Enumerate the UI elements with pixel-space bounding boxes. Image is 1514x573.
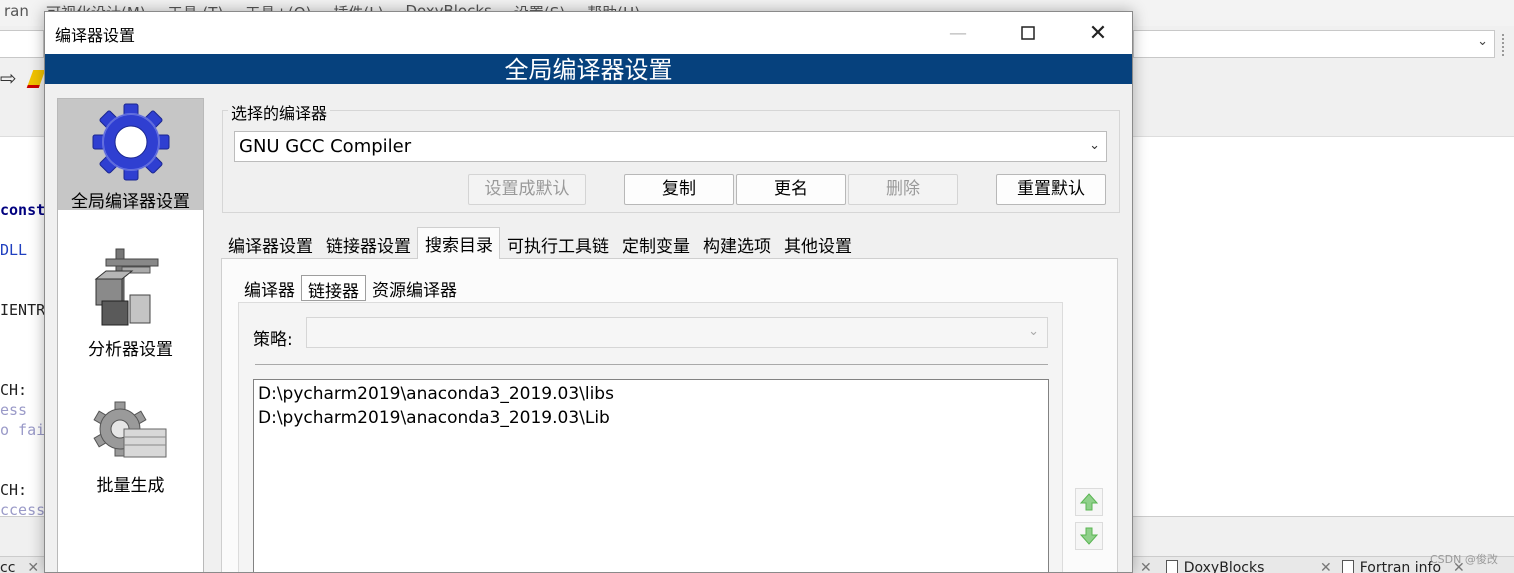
policy-dropdown[interactable]: ⌄ [306,317,1048,348]
minimize-icon: — [949,22,967,44]
compiler-settings-dialog: 编译器设置 — ✕ 全局编译器设置 全局编译器设置 分析器设置 批量生成 选择的… [44,11,1133,573]
ide-left-combo[interactable] [0,30,44,58]
move-down-button[interactable] [1075,522,1103,550]
close-button[interactable]: ✕ [1063,12,1132,54]
category-label: 全局编译器设置 [71,192,190,212]
code-fragment: DLL [0,241,28,259]
tab-linker-settings[interactable]: 链接器设置 [319,229,417,259]
rename-button[interactable]: 更名 [736,174,846,205]
category-global-compiler[interactable]: 全局编译器设置 [58,99,203,212]
ide-app-name-fragment: ran [4,2,29,20]
green-up-arrow-icon [1080,493,1098,511]
compiler-dropdown[interactable]: GNU GCC Compiler ⌄ [234,131,1107,162]
move-up-button[interactable] [1075,488,1103,516]
ide-log-tab-label: cc [0,560,16,573]
tab-custom-variables[interactable]: 定制变量 [615,229,696,259]
tab-toolchain-executables[interactable]: 可执行工具链 [500,229,615,259]
dialog-banner: 全局编译器设置 [45,54,1132,84]
selected-compiler-label: 选择的编译器 [228,100,331,124]
category-label: 分析器设置 [88,340,173,360]
category-profiler[interactable]: 分析器设置 [58,245,203,360]
directory-list[interactable]: D:\pycharm2019\anaconda3_2019.03\libs D:… [253,379,1049,572]
close-icon[interactable]: ✕ [1140,560,1152,573]
chevron-down-icon: ⌄ [1089,138,1100,153]
code-fragment: ess [0,401,28,419]
watermark: CSDN @俊改 [1430,553,1498,566]
tab-compiler-settings[interactable]: 编译器设置 [221,229,319,259]
minimize-button[interactable]: — [923,12,993,54]
close-icon: ✕ [1088,20,1108,46]
code-fragment: CH: [0,481,28,499]
tab-build-options[interactable]: 构建选项 [696,229,777,259]
arrow-right-icon[interactable]: ⇨ [0,66,17,90]
reset-default-button[interactable]: 重置默认 [996,174,1106,205]
ide-log-tab[interactable]: ✕ DoxyBlocks [1140,560,1264,573]
subtab-linker[interactable]: 链接器 [301,275,366,302]
copy-button[interactable]: 复制 [624,174,734,205]
close-icon[interactable]: ✕ [1320,560,1332,573]
ide-log-tab[interactable]: cc ✕ [0,560,39,573]
list-item[interactable]: D:\pycharm2019\anaconda3_2019.03\Lib [258,406,1044,430]
set-default-button[interactable]: 设置成默认 [468,174,586,205]
code-fragment: CH: [0,381,28,399]
ide-symbol-combo[interactable]: ⌄ [1133,30,1495,58]
doxyblocks-icon [1165,560,1178,573]
category-label: 批量生成 [96,476,165,496]
settings-tab-strip: 编译器设置 链接器设置 搜索目录 可执行工具链 定制变量 构建选项 其他设置 [221,227,858,259]
dialog-title: 编译器设置 [55,26,136,45]
file-icon [1341,560,1354,573]
tab-search-directories[interactable]: 搜索目录 [417,227,500,259]
maximize-button[interactable] [993,12,1063,54]
divider [255,364,1048,365]
category-batch-build[interactable]: 批量生成 [58,399,203,499]
tab-other-settings[interactable]: 其他设置 [777,229,858,259]
maximize-icon [1021,26,1035,40]
chevron-down-icon: ⌄ [1028,324,1039,339]
caliper-cubes-icon [94,248,158,326]
toolbar-grip-icon[interactable] [1502,34,1506,56]
gear-cubes-icon [92,401,166,458]
subtab-compiler[interactable]: 编译器 [238,275,301,301]
code-fragment: o fai [0,421,46,439]
search-dirs-subtab-strip: 编译器 链接器 资源编译器 [238,275,463,302]
settings-category-list: 全局编译器设置 分析器设置 批量生成 [57,98,204,572]
policy-label: 策略: [253,330,293,350]
subtab-resource-compiler[interactable]: 资源编译器 [366,275,463,301]
dialog-titlebar[interactable]: 编译器设置 — ✕ [45,12,1132,54]
chevron-down-icon: ⌄ [1477,34,1488,49]
close-icon[interactable]: ✕ [27,560,39,573]
delete-button[interactable]: 删除 [848,174,958,205]
ide-log-tab-label: DoxyBlocks [1183,560,1265,573]
list-item[interactable]: D:\pycharm2019\anaconda3_2019.03\libs [258,382,1044,406]
code-fragment: IENTR [0,301,46,319]
blue-gear-icon [92,103,169,181]
code-fragment: const [0,201,46,219]
ide-log-tab-label: Fortran info [1359,560,1442,573]
green-down-arrow-icon [1080,527,1098,545]
compiler-dropdown-value: GNU GCC Compiler [239,136,412,157]
